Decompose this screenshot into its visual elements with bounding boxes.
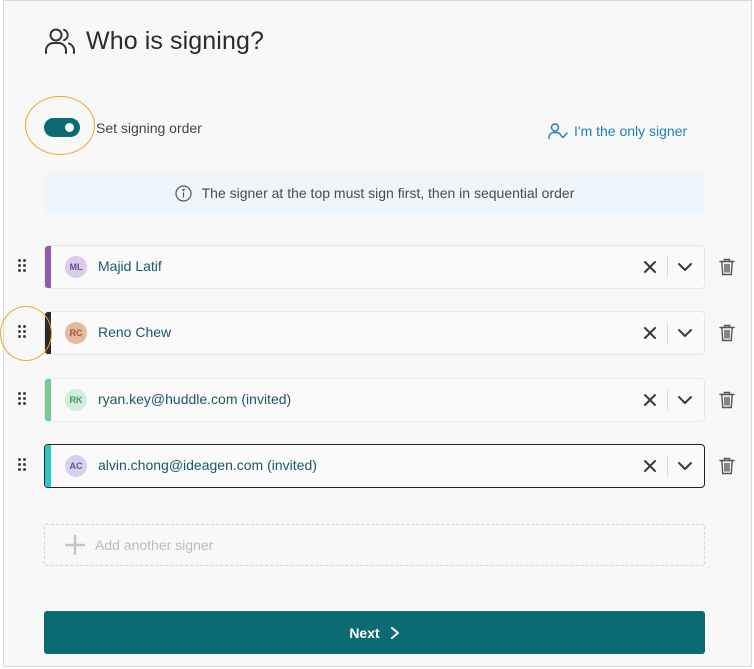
avatar: RC bbox=[65, 322, 87, 344]
chevron-right-icon bbox=[390, 626, 399, 639]
signer-card[interactable]: ML Majid Latif bbox=[44, 245, 705, 289]
drag-handle-icon[interactable] bbox=[18, 325, 28, 339]
close-icon[interactable] bbox=[642, 392, 658, 408]
info-banner: The signer at the top must sign first, t… bbox=[44, 172, 705, 214]
next-button-label: Next bbox=[349, 624, 380, 641]
chevron-down-icon[interactable] bbox=[676, 325, 694, 341]
plus-icon bbox=[65, 535, 85, 555]
signer-name: Reno Chew bbox=[98, 324, 172, 340]
close-icon[interactable] bbox=[642, 259, 658, 275]
signer-color-stripe bbox=[45, 312, 51, 354]
signer-color-stripe bbox=[45, 379, 51, 421]
user-check-icon bbox=[548, 123, 568, 140]
chevron-down-icon[interactable] bbox=[676, 259, 694, 275]
close-icon[interactable] bbox=[642, 458, 658, 474]
signing-order-toggle[interactable] bbox=[44, 118, 80, 137]
page-title: Who is signing? bbox=[86, 26, 264, 55]
signing-order-label: Set signing order bbox=[96, 119, 202, 136]
add-signer-button[interactable]: Add another signer bbox=[44, 524, 705, 566]
trash-icon[interactable] bbox=[719, 324, 735, 342]
signer-row: RC Reno Chew bbox=[0, 311, 754, 355]
signer-name: Majid Latif bbox=[98, 258, 162, 274]
signer-name: ryan.key@huddle.com (invited) bbox=[98, 391, 292, 407]
avatar: ML bbox=[65, 256, 87, 278]
toggle-knob bbox=[65, 123, 74, 132]
divider bbox=[667, 322, 668, 344]
signer-row: RK ryan.key@huddle.com (invited) bbox=[0, 378, 754, 422]
divider bbox=[667, 455, 668, 477]
only-signer-link[interactable]: I'm the only signer bbox=[548, 122, 687, 140]
signer-card[interactable]: AC alvin.chong@ideagen.com (invited) bbox=[44, 444, 705, 488]
trash-icon[interactable] bbox=[719, 258, 735, 276]
signer-card[interactable]: RK ryan.key@huddle.com (invited) bbox=[44, 378, 705, 422]
signer-name: alvin.chong@ideagen.com (invited) bbox=[98, 457, 317, 473]
chevron-down-icon[interactable] bbox=[676, 392, 694, 408]
drag-handle-icon[interactable] bbox=[18, 392, 28, 406]
info-icon bbox=[175, 184, 192, 202]
signer-row: ML Majid Latif bbox=[0, 245, 754, 289]
drag-handle-icon[interactable] bbox=[18, 458, 28, 472]
divider bbox=[667, 389, 668, 411]
next-button[interactable]: Next bbox=[44, 611, 705, 654]
avatar: RK bbox=[65, 389, 87, 411]
divider bbox=[667, 256, 668, 278]
chevron-down-icon[interactable] bbox=[676, 458, 694, 474]
signer-color-stripe bbox=[45, 445, 51, 487]
header: Who is signing? bbox=[44, 25, 264, 57]
signing-order-control: Set signing order bbox=[44, 118, 202, 137]
avatar: AC bbox=[65, 455, 87, 477]
users-icon bbox=[45, 28, 75, 54]
only-signer-label: I'm the only signer bbox=[574, 123, 688, 139]
trash-icon[interactable] bbox=[719, 457, 735, 475]
info-banner-text: The signer at the top must sign first, t… bbox=[201, 185, 575, 201]
drag-handle-icon[interactable] bbox=[18, 259, 28, 273]
signer-row: AC alvin.chong@ideagen.com (invited) bbox=[0, 444, 754, 488]
close-icon[interactable] bbox=[642, 325, 658, 341]
signer-card[interactable]: RC Reno Chew bbox=[44, 311, 705, 355]
trash-icon[interactable] bbox=[719, 391, 735, 409]
add-signer-label: Add another signer bbox=[95, 537, 214, 553]
signer-color-stripe bbox=[45, 246, 51, 288]
